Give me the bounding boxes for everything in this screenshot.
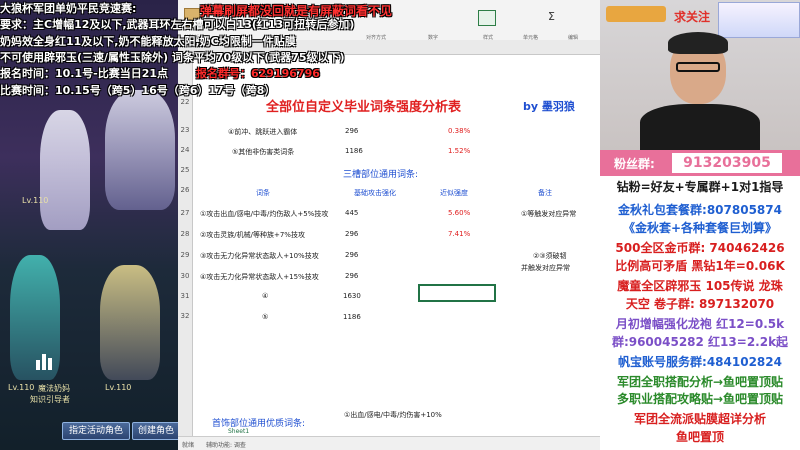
info-line: 军团全职搭配分析→鱼吧置顶贴	[616, 375, 784, 389]
streamer-shirt	[640, 104, 760, 150]
follow-label: 求关注	[674, 10, 711, 24]
level-label: Lv.110	[105, 383, 132, 392]
level-label: Lv.110	[8, 383, 35, 392]
row-number: 22	[180, 98, 190, 106]
bottom-entry: ①出血/感电/中毒/灼伤害+10%	[344, 411, 442, 419]
entry-desc: ④攻击无力化异常状态敌人+15%技攻	[200, 273, 319, 281]
entry-base: 296	[345, 230, 359, 238]
bar-chart-icon	[36, 352, 58, 370]
info-line: 金秋礼包套餐群:807805874	[618, 203, 782, 217]
webcam-panel: 求关注	[600, 0, 800, 150]
fans-group-box: 粉丝群: 913203905	[600, 150, 800, 176]
row-base: 296	[345, 127, 359, 135]
sum-icon[interactable]: Σ	[548, 10, 555, 23]
info-line: 500全区金币群: 740462426	[615, 241, 785, 255]
row-number: 26	[180, 186, 190, 194]
entry-base: 1630	[343, 292, 361, 300]
overlay-line: 奶妈效全身红11及以下,奶不能释放太阳,奶C均限制一件贴膜	[0, 35, 296, 48]
character-blonde	[100, 265, 160, 380]
entry-desc: ①攻击出血/感电/中毒/灼伤敌人+5%技攻	[200, 210, 329, 218]
character-class: 知识引导者	[30, 395, 70, 404]
sheet-tab[interactable]: Sheet1	[228, 428, 249, 435]
row-number: 32	[180, 312, 190, 320]
entry-note: ①等触发对应异常	[521, 210, 577, 218]
status-bar: 就绪 辅助功能: 调查	[178, 436, 600, 450]
info-line: 鱼吧置顶	[675, 430, 724, 444]
header-pct: 近似强度	[440, 189, 468, 197]
info-line: 钻粉=好友+专属群+1对1指导	[616, 180, 784, 194]
character-white-hair	[40, 110, 90, 230]
info-line: 比例高可矛盾 黑钻1年=0.06K	[615, 259, 785, 273]
fans-label: 粉丝群:	[614, 157, 655, 171]
info-line: 群:960045282 红13=2.2k起	[611, 335, 789, 349]
entry-desc: ⑤	[262, 313, 269, 321]
row-number: 29	[180, 251, 190, 259]
entry-desc: ②攻击灵族/机械/等种族+7%技攻	[200, 231, 305, 239]
overlay-group-number: 报名群号：629196796	[196, 67, 320, 80]
anime-banner	[718, 2, 800, 38]
row-number-column: 22 23 24 25 26 27 28 29 30 31 32	[178, 54, 193, 436]
entry-base: 296	[345, 251, 359, 259]
character-wings	[105, 90, 175, 210]
entry-pct: 5.60%	[448, 209, 471, 217]
section-title: 三槽部位通用词条:	[343, 170, 419, 180]
selected-cell[interactable]	[418, 284, 496, 302]
row-base: 1186	[345, 147, 363, 155]
create-character-button[interactable]: 创建角色	[132, 422, 180, 440]
status-ready: 就绪	[182, 442, 195, 449]
row-number: 30	[180, 272, 190, 280]
entry-base: 296	[345, 272, 359, 280]
level-label: Lv.110	[22, 196, 49, 205]
entry-note: 并触发对应异常	[521, 264, 570, 272]
row-number: 25	[180, 166, 190, 174]
character-name: 魔法奶妈	[38, 384, 70, 393]
info-line: 《金秋套+各种套餐巨划算》	[622, 221, 778, 235]
info-panel: 粉丝群: 913203905 钻粉=好友+专属群+1对1指导 金秋礼包套餐群:8…	[600, 150, 800, 450]
logo-icon	[606, 6, 666, 22]
overlay-line: 不可使用辟邪玉(三速/属性玉除外) 词条平均70级以下(武器75级以下)	[0, 51, 345, 64]
overlay-line: 比赛时间：10.15号（跨5）16号（跨6）17号（跨8）	[0, 84, 276, 97]
entry-desc: ④	[262, 292, 269, 300]
fans-number: 913203905	[672, 153, 782, 173]
row-number: 24	[180, 146, 190, 154]
sheet-title: 全部位自定义毕业词条强度分析表	[266, 100, 462, 115]
row-number: 23	[180, 126, 190, 134]
info-line: 军团全流派贴膜超详分析	[633, 412, 766, 426]
entry-note: ②③须破韧	[533, 252, 567, 260]
row-pct: 0.38%	[448, 127, 471, 135]
header-note: 备注	[538, 189, 552, 197]
danmu-banner: 弹幕刷屏都没回就是有屏蔽词看不见	[200, 4, 393, 18]
sheet-author: by 墨羽狼	[523, 100, 575, 113]
info-line: 天空 卷子群: 897132070	[625, 297, 775, 311]
entry-base: 445	[345, 209, 359, 217]
row-pct: 1.52%	[448, 147, 471, 155]
info-line: 多职业搭配攻略贴→鱼吧置顶贴	[616, 392, 784, 406]
header-entry: 词条	[256, 189, 270, 197]
entry-pct: 7.41%	[448, 230, 471, 238]
row-number: 27	[180, 209, 190, 217]
bottom-title: 首饰部位通用优质词条:	[212, 419, 306, 429]
entry-desc: ③攻击无力化异常状态敌人+10%技攻	[200, 252, 319, 260]
row-desc: ⑤其他非伤害类词条	[232, 148, 295, 156]
overlay-line: 报名时间：10.1号-比赛当日21点	[0, 67, 169, 80]
info-line: 帆宝账号服务群:484102824	[618, 355, 782, 369]
table-icon[interactable]	[478, 10, 496, 26]
info-line: 月初增幅强化龙袍 红12=0.5k	[615, 317, 785, 331]
overlay-line: 大狼杯军团单奶平民竞速赛:	[0, 2, 137, 15]
overlay-line: 要求：主C增幅12及以下,武器耳环左右槽可以白13(红13可扭转后参加)	[0, 18, 355, 31]
info-line: 魔童全区辟邪玉 105传说 龙珠	[617, 279, 783, 293]
entry-base: 1186	[343, 313, 361, 321]
row-number: 31	[180, 292, 190, 300]
row-number: 28	[180, 230, 190, 238]
streamer-glasses	[676, 62, 720, 72]
header-base: 基础攻击强化	[354, 189, 396, 197]
streamer-hair	[668, 32, 728, 54]
status-accessibility: 辅助功能: 调查	[206, 442, 246, 449]
row-desc: ④前冲、跳跃进入霸体	[228, 128, 298, 136]
select-character-button[interactable]: 指定活动角色	[62, 422, 130, 440]
